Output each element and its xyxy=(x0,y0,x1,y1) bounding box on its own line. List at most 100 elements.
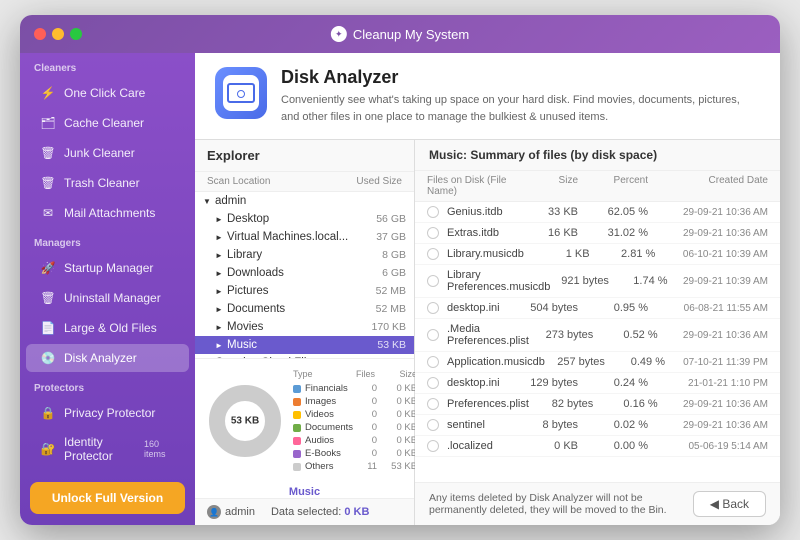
legend-dot xyxy=(293,411,301,419)
row-percent: 31.02 % xyxy=(578,227,648,239)
tree-item-size: 52 MB xyxy=(376,285,406,297)
music-table-row[interactable]: .Media Preferences.plist273 bytes0.52 %2… xyxy=(415,319,780,352)
tree-item[interactable]: ►Downloads6 GB xyxy=(195,264,414,282)
row-percent: 0.52 % xyxy=(593,329,657,341)
row-radio[interactable] xyxy=(427,440,439,452)
tree-item-size: 52 MB xyxy=(376,303,406,315)
app-icon-small: ✦ xyxy=(331,26,347,42)
row-radio[interactable] xyxy=(427,302,439,314)
row-radio[interactable] xyxy=(427,206,439,218)
donut-area: 53 KB Type Files Size Financials00 KBIma… xyxy=(195,358,414,483)
sidebar-item-cache-cleaner[interactable]: 🗂 Cache Cleaner xyxy=(26,109,189,137)
window-title-text: Cleanup My System xyxy=(353,27,469,42)
col-size: Size xyxy=(508,175,578,197)
row-percent: 0.00 % xyxy=(578,440,648,452)
mail-icon: ✉ xyxy=(40,205,56,221)
row-date: 07-10-21 11:39 PM xyxy=(665,357,768,368)
tree-item[interactable]: ►Virtual Machines.local...37 GB xyxy=(195,228,414,246)
disk-analyzer-app-icon xyxy=(215,67,267,119)
tree-item[interactable]: ►Pictures52 MB xyxy=(195,282,414,300)
sidebar-item-uninstall-manager[interactable]: 🗑 Uninstall Manager xyxy=(26,284,189,312)
tree-arrow-icon: ► xyxy=(215,215,227,224)
identity-icon: 🔐 xyxy=(40,441,56,457)
minimize-button[interactable] xyxy=(52,28,64,40)
tree-item[interactable]: ►Documents52 MB xyxy=(195,300,414,318)
tree-item[interactable]: ▼admin xyxy=(195,192,414,210)
row-radio[interactable] xyxy=(427,377,439,389)
tree-item[interactable]: ►Desktop56 GB xyxy=(195,210,414,228)
disk-icon-inner xyxy=(223,75,259,111)
uninstall-icon: 🗑 xyxy=(40,290,56,306)
identity-badge: 160 items xyxy=(144,439,175,459)
tree-item-label: Music xyxy=(227,339,377,351)
row-size: 257 bytes xyxy=(545,356,605,368)
sidebar-item-label: Large & Old Files xyxy=(64,321,157,335)
close-button[interactable] xyxy=(34,28,46,40)
split-panel: Explorer Scan Location Used Size ▼admin►… xyxy=(195,140,780,525)
sidebar-item-mail-attachments[interactable]: ✉ Mail Attachments xyxy=(26,199,189,227)
row-radio[interactable] xyxy=(427,398,439,410)
sidebar-item-identity-protector[interactable]: 🔐 Identity Protector 160 items xyxy=(26,429,189,469)
col-used-size: Used Size xyxy=(356,176,402,187)
sidebar-item-junk-cleaner[interactable]: 🗑 Junk Cleaner xyxy=(26,139,189,167)
sidebar-item-one-click-care[interactable]: ⚡ One Click Care xyxy=(26,79,189,107)
row-radio[interactable] xyxy=(427,227,439,239)
row-percent: 0.02 % xyxy=(578,419,648,431)
tree-item[interactable]: ►Music53 KB xyxy=(195,336,414,354)
tree-item-label: Documents xyxy=(227,303,376,315)
music-table-row[interactable]: .localized0 KB0.00 %05-06-19 5:14 AM xyxy=(415,436,780,457)
trash-cleaner-icon: 🗑 xyxy=(40,175,56,191)
sidebar-item-large-old-files[interactable]: 📄 Large & Old Files xyxy=(26,314,189,342)
row-date: 06-08-21 11:55 AM xyxy=(648,303,768,314)
legend-name: Audios xyxy=(305,435,353,446)
music-table-row[interactable]: sentinel8 bytes0.02 %29-09-21 10:36 AM xyxy=(415,415,780,436)
row-filename: desktop.ini xyxy=(447,302,508,314)
sidebar-item-privacy-protector[interactable]: 🔒 Privacy Protector xyxy=(26,399,189,427)
tree-arrow-icon: ► xyxy=(215,251,227,260)
tree-item-label: Movies xyxy=(227,321,372,333)
row-radio[interactable] xyxy=(427,419,439,431)
row-radio[interactable] xyxy=(427,275,439,287)
sidebar-item-disk-analyzer[interactable]: 💿 Disk Analyzer xyxy=(26,344,189,372)
legend-row: Audios00 KB xyxy=(293,434,417,447)
legend-name: Financials xyxy=(305,383,353,394)
sidebar-item-startup-manager[interactable]: 🚀 Startup Manager xyxy=(26,254,189,282)
tree-item[interactable]: ►Movies170 KB xyxy=(195,318,414,336)
legend-files: 0 xyxy=(357,409,377,420)
tree-item[interactable]: ►Library8 GB xyxy=(195,246,414,264)
music-panel-header: Music: Summary of files (by disk space) xyxy=(415,140,780,171)
row-radio[interactable] xyxy=(427,356,439,368)
music-table-row[interactable]: desktop.ini504 bytes0.95 %06-08-21 11:55… xyxy=(415,298,780,319)
sidebar-item-trash-cleaner[interactable]: 🗑 Trash Cleaner xyxy=(26,169,189,197)
legend-size: 0 KB xyxy=(381,383,417,394)
music-table-row[interactable]: Genius.itdb33 KB62.05 %29-09-21 10:36 AM xyxy=(415,202,780,223)
row-date: 29-09-21 10:36 AM xyxy=(658,330,768,341)
music-table-row[interactable]: Preferences.plist82 bytes0.16 %29-09-21 … xyxy=(415,394,780,415)
music-table-row[interactable]: Extras.itdb16 KB31.02 %29-09-21 10:36 AM xyxy=(415,223,780,244)
legend-name: Others xyxy=(305,461,353,472)
legend-name: Videos xyxy=(305,409,353,420)
row-radio[interactable] xyxy=(427,248,439,260)
maximize-button[interactable] xyxy=(70,28,82,40)
legend-files: 0 xyxy=(357,396,377,407)
row-radio[interactable] xyxy=(427,329,439,341)
unlock-full-version-button[interactable]: Unlock Full Version xyxy=(30,482,185,514)
back-button[interactable]: ◀ Back xyxy=(693,491,766,517)
legend-rows: Financials00 KBImages00 KBVideos00 KBDoc… xyxy=(293,382,417,473)
music-table-row[interactable]: Application.musicdb257 bytes0.49 %07-10-… xyxy=(415,352,780,373)
data-selected-label: Data selected: xyxy=(271,506,341,518)
row-percent: 0.16 % xyxy=(593,398,657,410)
donut-legend: Type Files Size Financials00 KBImages00 … xyxy=(293,369,417,473)
music-table-row[interactable]: Library.musicdb1 KB2.81 %06-10-21 10:39 … xyxy=(415,244,780,265)
tree-item-label: Pictures xyxy=(227,285,376,297)
app-header: Disk Analyzer Conveniently see what's ta… xyxy=(195,53,780,140)
row-date: 29-09-21 10:36 AM xyxy=(648,207,768,218)
tree-arrow-icon: ► xyxy=(215,233,227,242)
legend-dot xyxy=(293,450,301,458)
music-table-row[interactable]: desktop.ini129 bytes0.24 %21-01-21 1:10 … xyxy=(415,373,780,394)
tree-item-size: 53 KB xyxy=(377,339,406,351)
section-cleaners: Cleaners xyxy=(20,53,195,78)
music-table-row[interactable]: Library Preferences.musicdb921 bytes1.74… xyxy=(415,265,780,298)
tree-arrow-icon: ► xyxy=(215,323,227,332)
legend-row: Images00 KB xyxy=(293,395,417,408)
